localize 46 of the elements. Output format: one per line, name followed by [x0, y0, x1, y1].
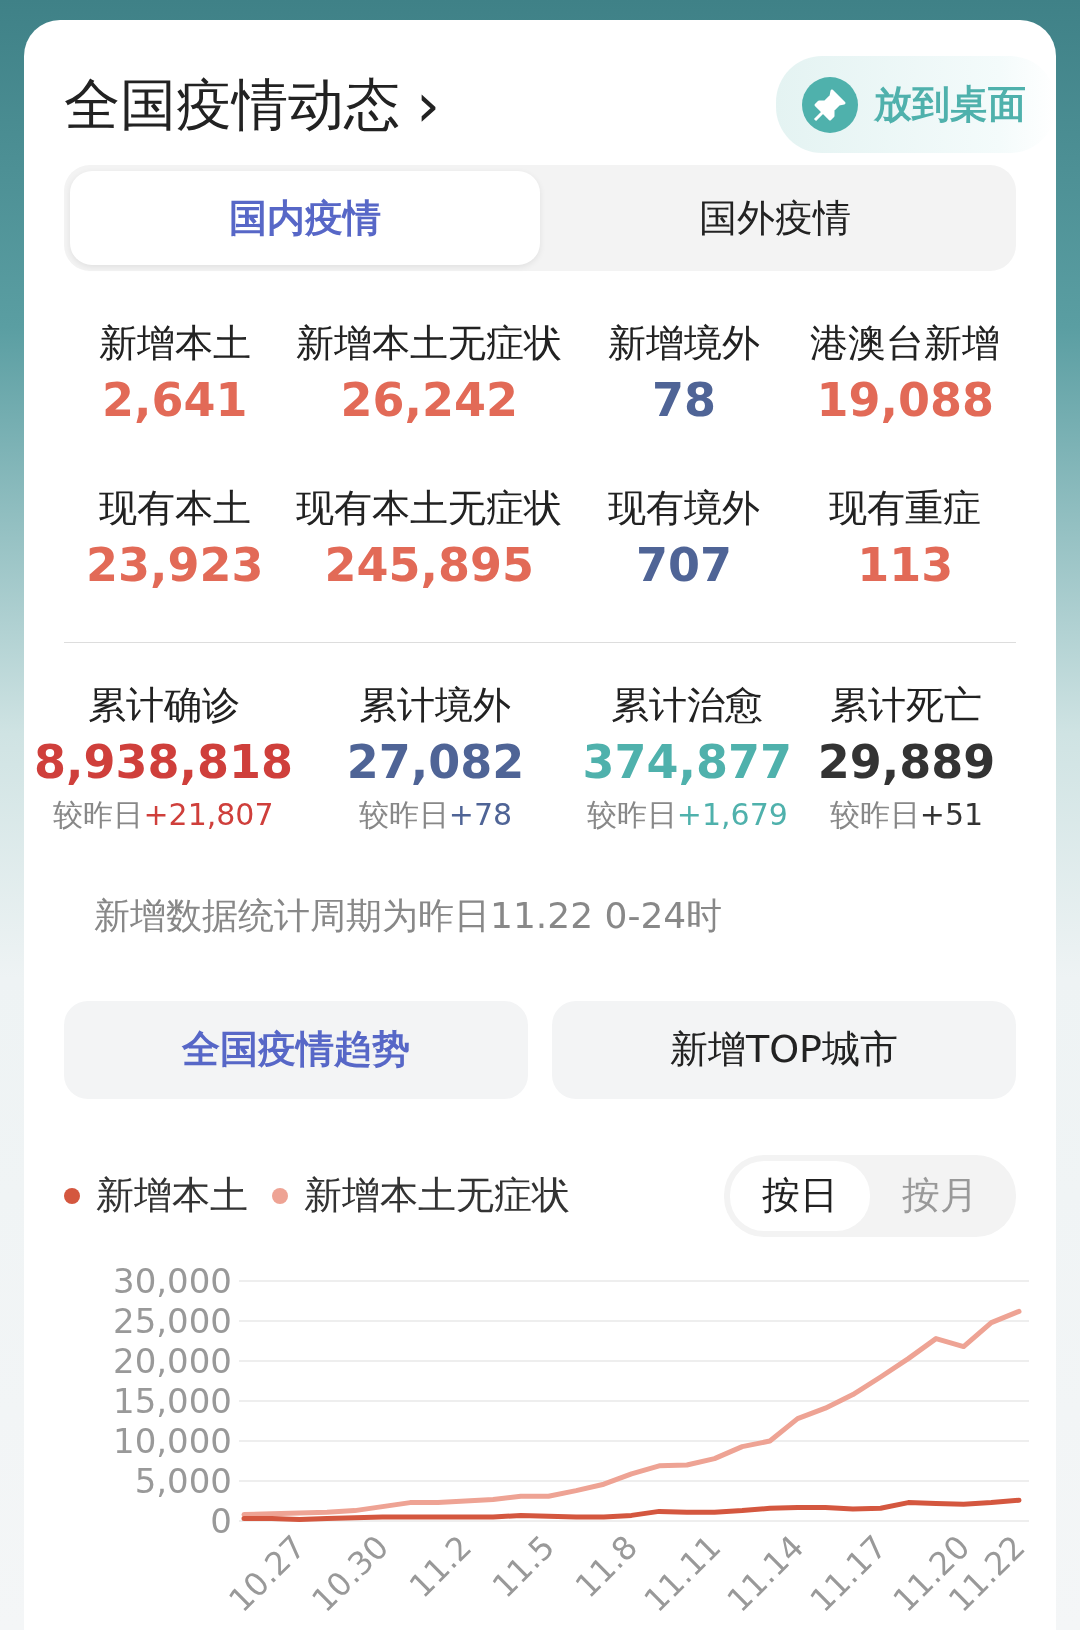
- stat-label: 累计治愈: [610, 682, 765, 729]
- stat-label: 累计死亡: [829, 682, 984, 729]
- change-text: 较昨日+78: [357, 795, 514, 834]
- stat-label: 现有本土: [97, 484, 252, 532]
- page-title: 全国疫情动态: [64, 73, 400, 136]
- stat-label: 现有本土无症状: [295, 484, 564, 532]
- y-axis-label: 5,000: [134, 1460, 232, 1501]
- stat-label: 新增本土无症状: [295, 320, 564, 367]
- stat-label: 港澳台新增: [809, 320, 1002, 367]
- legend-label: 新增本土: [96, 1172, 248, 1219]
- stat-value: 2,641: [100, 372, 249, 429]
- stat-value: 29,889: [816, 734, 997, 791]
- stat-value: 27,082: [345, 734, 526, 791]
- pin-icon: [802, 76, 858, 133]
- change-text: 较昨日+1,679: [585, 795, 789, 834]
- data-period-note: 新增数据统计周期为昨日11.22 0-24时: [93, 893, 724, 938]
- stat-value: 374,877: [581, 734, 794, 791]
- y-axis-label: 20,000: [113, 1340, 232, 1381]
- y-axis-label: 15,000: [113, 1380, 232, 1421]
- stat-value: 26,242: [339, 372, 520, 429]
- stat-label: 新增境外: [606, 320, 761, 367]
- stat-value: 19,088: [815, 372, 996, 429]
- region-tab[interactable]: 国内疫情: [70, 171, 540, 265]
- stat-label: 累计境外: [358, 682, 513, 729]
- change-text: 较昨日+21,807: [52, 795, 275, 834]
- y-axis-label: 0: [210, 1500, 232, 1541]
- y-axis-label: 25,000: [113, 1300, 232, 1341]
- stat-value: 245,895: [323, 536, 536, 594]
- stat-label: 累计确诊: [86, 682, 241, 729]
- stat-value: 8,938,818: [34, 734, 293, 791]
- y-axis-label: 10,000: [113, 1420, 232, 1461]
- stat-label: 现有重症: [828, 484, 983, 532]
- stat-value: 78: [650, 372, 717, 429]
- stat-label: 新增本土: [97, 320, 252, 367]
- stat-value: 113: [856, 536, 955, 594]
- stat-label: 现有境外: [606, 484, 761, 532]
- change-text: 较昨日+51: [828, 795, 985, 834]
- stat-value: 23,923: [84, 536, 265, 594]
- section-tab[interactable]: 全国疫情趋势: [64, 1000, 528, 1099]
- chevron-icon[interactable]: ›: [416, 74, 440, 135]
- stat-value: 707: [634, 536, 733, 594]
- section-tab[interactable]: 新增TOP城市: [552, 1000, 1016, 1099]
- legend-label: 新增本土无症状: [304, 1172, 570, 1219]
- region-tab[interactable]: 国外疫情: [540, 171, 1010, 265]
- y-axis-label: 30,000: [113, 1260, 232, 1301]
- period-toggle[interactable]: 按日: [730, 1160, 870, 1231]
